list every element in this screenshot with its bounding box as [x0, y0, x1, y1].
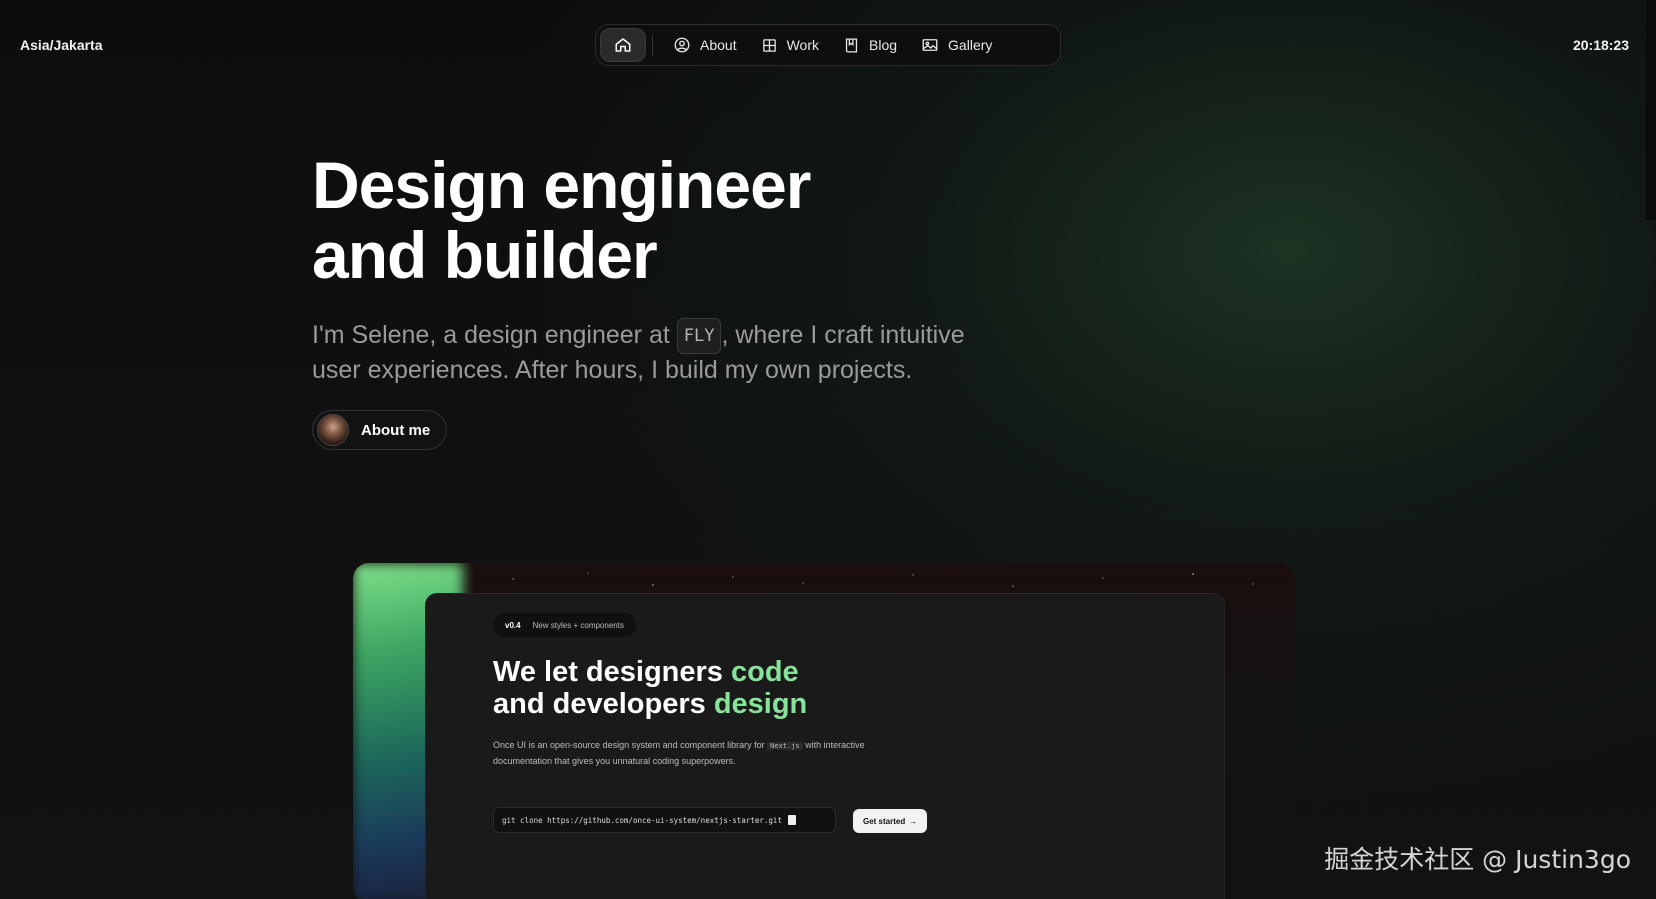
preview-desc-code: Next.js	[767, 742, 803, 750]
hero-subtitle: I'm Selene, a design engineer at FLY, wh…	[312, 318, 1012, 386]
preview-title-a: We let designers	[493, 656, 731, 688]
project-preview-card[interactable]: v0.4 New styles + components We let desi…	[353, 563, 1295, 899]
clone-command: git clone https://github.com/once-ui-sys…	[502, 815, 782, 825]
timezone-label: Asia/Jakarta	[20, 37, 103, 53]
preview-title-b: code	[731, 656, 799, 688]
nav-item-about[interactable]: About	[661, 28, 749, 62]
title-line-1: Design engineer	[312, 148, 811, 222]
get-started-label: Get started	[863, 816, 906, 826]
home-icon	[614, 36, 632, 54]
about-me-button[interactable]: About me	[312, 410, 448, 450]
preview-desc-start: Once UI is an open-source design system …	[493, 740, 768, 750]
hero-section: Design engineer and builder I'm Selene, …	[312, 150, 1012, 451]
about-me-label: About me	[361, 421, 431, 439]
scrollbar[interactable]	[1646, 0, 1656, 220]
nav-item-gallery[interactable]: Gallery	[909, 28, 1004, 62]
image-icon	[921, 36, 939, 54]
preview-description: Once UI is an open-source design system …	[493, 738, 873, 769]
company-code-chip: FLY	[676, 318, 722, 354]
grid-icon	[761, 37, 778, 54]
avatar	[317, 414, 349, 446]
starfield-decoration	[512, 572, 1254, 587]
preview-title: We let designers code and developers des…	[493, 656, 807, 720]
main-nav: About Work Blog Gallery	[595, 24, 1061, 66]
page-title: Design engineer and builder	[312, 150, 1012, 290]
version-tag: v0.4 New styles + components	[493, 613, 636, 637]
clone-command-box: git clone https://github.com/once-ui-sys…	[493, 807, 836, 833]
preview-title-d: design	[713, 688, 808, 720]
watermark: 掘金技术社区 @ Justin3go	[1324, 845, 1631, 874]
nav-divider	[652, 34, 653, 56]
top-bar: Asia/Jakarta About Work Blog Gallery 20:…	[0, 0, 1656, 90]
clipboard-icon	[787, 815, 796, 825]
arrow-right-icon: →	[909, 816, 918, 826]
version-label: v0.4	[505, 620, 521, 630]
nav-item-label: Gallery	[948, 37, 993, 53]
nav-item-label: Work	[786, 37, 820, 53]
nav-item-label: About	[700, 37, 737, 53]
preview-screenshot: v0.4 New styles + components We let desi…	[425, 593, 1225, 899]
nav-item-work[interactable]: Work	[749, 28, 831, 62]
get-started-button: Get started →	[853, 809, 928, 833]
title-line-2: and builder	[312, 218, 658, 292]
preview-title-c: and developers	[493, 688, 714, 720]
nav-item-label: Blog	[869, 37, 898, 53]
clock-time: 20:18:23	[1572, 37, 1629, 53]
subtitle-text-start: I'm Selene, a design engineer at	[312, 321, 677, 349]
nav-home-button[interactable]	[600, 28, 646, 62]
version-note: New styles + components	[532, 620, 624, 630]
person-circle-icon	[673, 36, 691, 54]
nav-item-blog[interactable]: Blog	[831, 28, 909, 62]
book-icon	[843, 37, 860, 54]
